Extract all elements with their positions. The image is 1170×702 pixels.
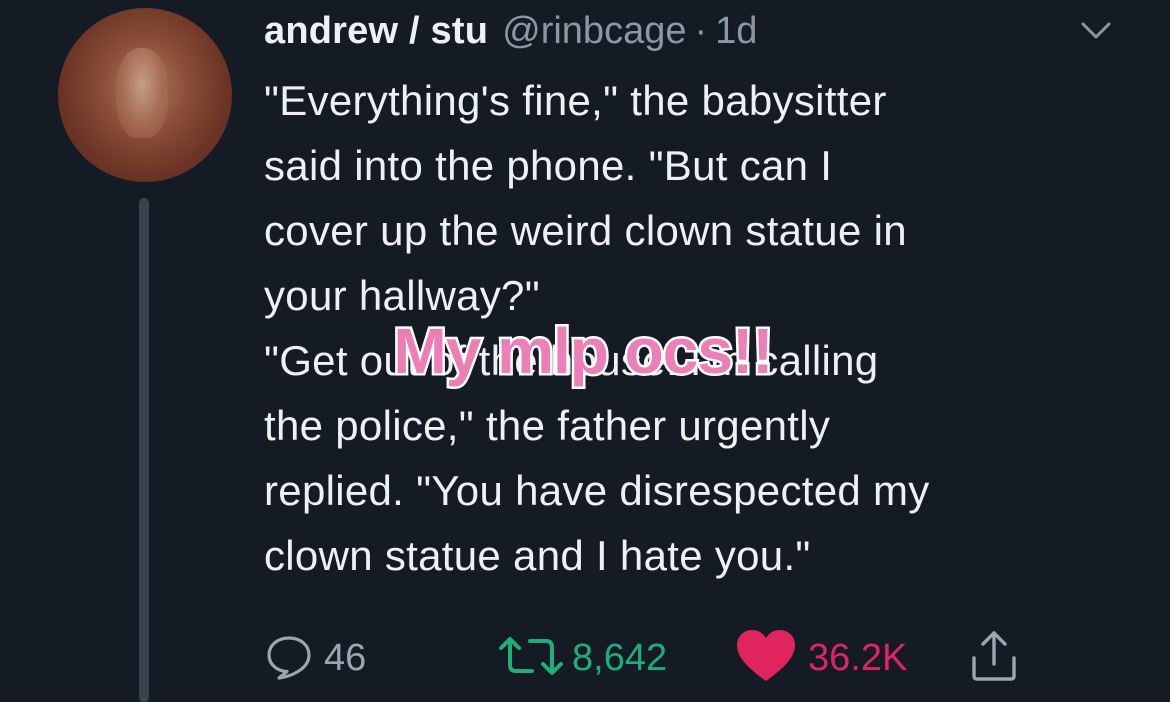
tweet-text-line: the police," the father urgently [264, 402, 831, 449]
user-handle[interactable]: @rinbcage [502, 6, 686, 56]
tweet-header: andrew / stu @rinbcage · 1d [264, 6, 757, 56]
thread-line [139, 198, 149, 702]
reply-count: 46 [324, 637, 367, 679]
share-upload-icon [968, 628, 1020, 689]
retweet-count: 8,642 [572, 637, 668, 679]
retweet-button[interactable]: 8,642 [496, 626, 667, 690]
tweet: andrew / stu @rinbcage · 1d "Everything'… [0, 0, 1170, 702]
avatar[interactable] [58, 8, 232, 182]
tweet-text-line: cover up the weird clown statue in [264, 207, 907, 254]
tweet-text-line: said into the phone. "But can I [264, 142, 833, 189]
avatar-figure [116, 48, 168, 138]
separator-dot: · [694, 10, 708, 52]
share-button[interactable] [968, 626, 1020, 690]
display-name[interactable]: andrew / stu [264, 6, 488, 56]
like-button[interactable]: 36.2K [734, 626, 907, 690]
chevron-down-icon[interactable] [1076, 16, 1116, 44]
timestamp[interactable]: 1d [715, 6, 757, 56]
retweet-arrows-icon [496, 631, 566, 686]
tweet-text-line: clown statue and I hate you." [264, 532, 811, 579]
reply-button[interactable]: 46 [264, 626, 366, 690]
like-count: 36.2K [808, 637, 908, 679]
overlay-caption: My mlp ocs!! [391, 313, 776, 390]
heart-icon [734, 628, 798, 689]
tweet-text-line: replied. "You have disrespected my [264, 467, 930, 514]
tweet-text-line: "Everything's fine," the babysitter [264, 77, 887, 124]
tweet-actions: 46 8,642 36.2K [264, 626, 1144, 690]
speech-bubble-icon [264, 631, 314, 686]
